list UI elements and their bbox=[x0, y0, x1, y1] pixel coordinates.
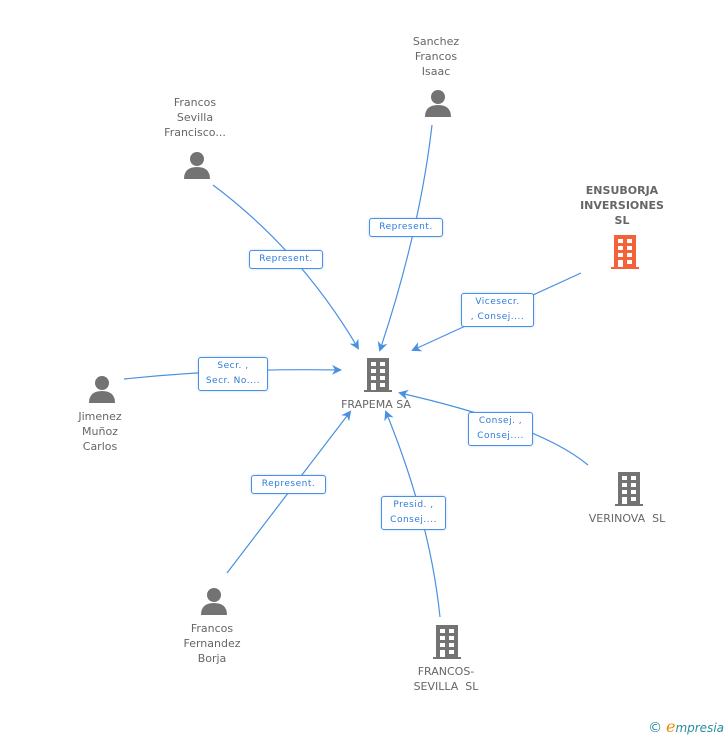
edge-label-fernandez[interactable]: Represent. bbox=[251, 475, 326, 494]
copyright-icon: © bbox=[648, 720, 663, 736]
person-icon[interactable] bbox=[88, 375, 116, 403]
label-line: Francos bbox=[414, 50, 458, 63]
label-line: Jimenez bbox=[78, 410, 122, 423]
edge-label-line: Consej.... bbox=[390, 515, 437, 525]
label-line: Francos bbox=[173, 96, 217, 109]
center-node-label[interactable]: FRAPEMA SA bbox=[341, 397, 411, 412]
edge-label-jimenez[interactable]: Secr. , Secr. No.... bbox=[198, 357, 268, 391]
edge-label-line: Represent. bbox=[379, 222, 433, 232]
edge-label-line: Presid. , bbox=[393, 500, 434, 510]
label-line: Sevilla bbox=[176, 111, 214, 124]
label-line: ENSUBORJA bbox=[585, 184, 659, 197]
edge-label-ensuborja[interactable]: Vicesecr. , Consej.... bbox=[461, 293, 534, 327]
edge-label-line: Represent. bbox=[259, 254, 313, 264]
node-sanchez-label[interactable]: Sanchez Francos Isaac bbox=[413, 34, 459, 79]
edge-label-verinova[interactable]: Consej. , Consej.... bbox=[468, 412, 533, 446]
edge-label-line: Represent. bbox=[261, 479, 316, 489]
node-verinova-label[interactable]: VERINOVA SL bbox=[589, 511, 666, 526]
label-line: Francisco... bbox=[164, 126, 226, 139]
label-line: Borja bbox=[197, 652, 227, 665]
edge-label-francos-sevilla-sl[interactable]: Presid. , Consej.... bbox=[381, 496, 446, 530]
edge-label-line: Consej.... bbox=[477, 431, 524, 441]
node-francos-sevilla-sl-label[interactable]: FRANCOS- SEVILLA SL bbox=[414, 664, 479, 694]
person-icon[interactable] bbox=[183, 151, 211, 179]
label-line: INVERSIONES bbox=[580, 199, 664, 212]
person-icon[interactable] bbox=[424, 89, 452, 117]
network-diagram: FRAPEMA SA Sanchez Francos Isaac Francos Se… bbox=[0, 0, 728, 740]
edge-label-sanchez[interactable]: Represent. bbox=[369, 218, 443, 237]
label-line: Francos bbox=[190, 622, 234, 635]
label-line: FRANCOS- bbox=[417, 665, 475, 678]
node-ensuborja-label[interactable]: ENSUBORJA INVERSIONES SL bbox=[580, 183, 664, 228]
node-fernandez-label[interactable]: Francos Fernandez Borja bbox=[183, 621, 240, 666]
label-line: Isaac bbox=[421, 65, 451, 78]
person-icon[interactable] bbox=[200, 587, 228, 615]
node-jimenez-label[interactable]: Jimenez Muñoz Carlos bbox=[78, 409, 121, 454]
edge-label-line: Secr. No.... bbox=[205, 376, 261, 386]
label-line: Carlos bbox=[82, 440, 118, 453]
edge-sanchez bbox=[377, 124, 433, 352]
building-icon[interactable] bbox=[610, 235, 640, 269]
label-line: SL bbox=[614, 214, 630, 227]
empresia-logo[interactable]: © empresia bbox=[648, 717, 724, 736]
label-line: SEVILLA SL bbox=[413, 680, 479, 693]
building-icon[interactable] bbox=[363, 358, 393, 392]
label-line: Sanchez bbox=[412, 35, 460, 48]
label-line: Fernandez bbox=[183, 637, 241, 650]
edge-label-line: Consej. , bbox=[478, 416, 523, 426]
edge-label-line: Vicesecr. bbox=[475, 297, 520, 307]
building-icon[interactable] bbox=[614, 472, 644, 506]
label-line: Muñoz bbox=[82, 425, 118, 438]
edge-label-line: , Consej.... bbox=[470, 312, 525, 322]
edge-label-francos-sevilla-francisco[interactable]: Represent. bbox=[249, 250, 323, 269]
brand-name: mpresia bbox=[675, 721, 724, 735]
building-icon[interactable] bbox=[432, 625, 462, 659]
node-francos-sevilla-francisco-label[interactable]: Francos Sevilla Francisco... bbox=[164, 95, 226, 140]
edge-label-line: Secr. , bbox=[217, 361, 249, 371]
